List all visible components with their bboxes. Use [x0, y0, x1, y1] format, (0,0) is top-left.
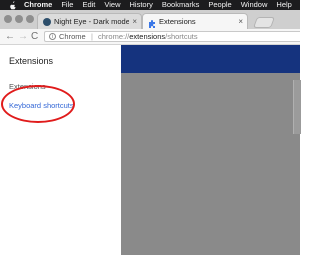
close-window-button[interactable] [4, 15, 12, 23]
sidebar-title: Extensions [9, 56, 54, 66]
night-eye-favicon-icon [43, 18, 51, 26]
page-header-bar [121, 45, 300, 73]
omnibox-separator: | [91, 32, 93, 41]
back-arrow-icon[interactable]: ← [5, 30, 15, 43]
forward-arrow-icon[interactable]: → [18, 30, 28, 43]
close-tab-icon[interactable]: × [132, 14, 137, 29]
browser-toolbar: ← → C i Chrome | chrome://extensions/sho… [0, 29, 300, 45]
shortcuts-content-area [121, 73, 300, 255]
tab-title: Night Eye - Dark mode extensi [54, 17, 129, 26]
zoom-window-button[interactable] [26, 15, 34, 23]
tab-night-eye[interactable]: Night Eye - Dark mode extensi × [37, 13, 142, 29]
menu-history[interactable]: History [130, 0, 153, 10]
menu-chrome[interactable]: Chrome [24, 0, 52, 10]
highlight-circle-annotation [1, 85, 75, 123]
menu-bookmarks[interactable]: Bookmarks [162, 0, 200, 10]
close-tab-icon[interactable]: × [238, 14, 243, 29]
url-text: chrome://extensions/shortcuts [98, 32, 198, 42]
minimize-window-button[interactable] [15, 15, 23, 23]
extension-card-edge [293, 80, 301, 134]
url-path: /shortcuts [165, 32, 198, 41]
url-host: extensions [129, 32, 166, 41]
menu-window[interactable]: Window [241, 0, 268, 10]
macos-menu-bar: Chrome File Edit View History Bookmarks … [0, 0, 300, 10]
menu-help[interactable]: Help [276, 0, 291, 10]
menu-people[interactable]: People [208, 0, 231, 10]
apple-icon[interactable] [9, 0, 17, 10]
menu-edit[interactable]: Edit [82, 0, 95, 10]
new-tab-button[interactable] [252, 17, 276, 28]
tab-strip: Night Eye - Dark mode extensi × Extensio… [0, 10, 300, 29]
reload-icon[interactable]: C [31, 30, 38, 43]
tab-title: Extensions [159, 17, 196, 26]
puzzle-piece-icon [148, 18, 156, 28]
menu-file[interactable]: File [61, 0, 73, 10]
menu-view[interactable]: View [104, 0, 120, 10]
extensions-sidebar: Extensions Extensions Keyboard shortcuts [0, 45, 121, 255]
tab-extensions[interactable]: Extensions × [142, 13, 248, 29]
scheme-label: Chrome [59, 32, 86, 41]
address-bar[interactable]: i Chrome | chrome://extensions/shortcuts [44, 31, 300, 42]
url-prefix: chrome:// [98, 32, 130, 41]
info-icon[interactable]: i [49, 33, 56, 40]
